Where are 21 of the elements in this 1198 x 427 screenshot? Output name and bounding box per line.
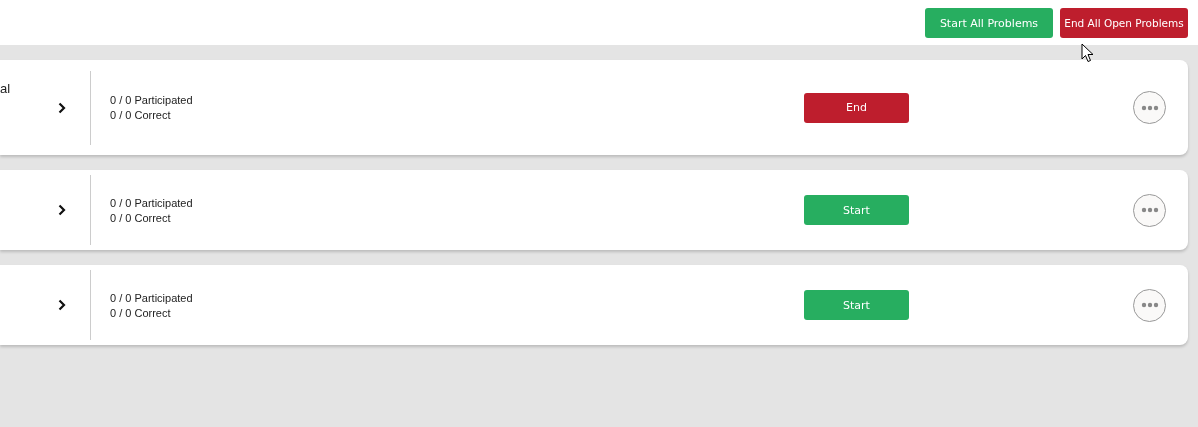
toolbar-button[interactable]: Start All Problems bbox=[925, 8, 1053, 38]
participated-stat: 0 / 0 Participated bbox=[110, 196, 194, 209]
ellipsis-icon bbox=[1140, 302, 1159, 308]
correct-stat: 0 / 0 Correct bbox=[110, 211, 172, 224]
more-options-button[interactable] bbox=[1133, 288, 1166, 322]
chevron-right-icon[interactable] bbox=[58, 299, 66, 311]
participated-stat: 0 / 0 Participated bbox=[110, 291, 194, 304]
chevron-right-icon[interactable] bbox=[58, 204, 66, 216]
chevron-right-icon[interactable] bbox=[58, 101, 66, 114]
ellipsis-icon bbox=[1140, 104, 1159, 111]
correct-stat: 0 / 0 Correct bbox=[110, 306, 172, 319]
more-options-button[interactable] bbox=[1133, 193, 1166, 227]
problem-title: al bbox=[0, 81, 11, 96]
toolbar-button[interactable]: End All Open Problems bbox=[1060, 8, 1188, 38]
more-options-button[interactable] bbox=[1133, 91, 1166, 124]
participated-stat: 0 / 0 Participated bbox=[110, 94, 194, 106]
action-button[interactable]: Start bbox=[804, 290, 909, 320]
ellipsis-icon bbox=[1140, 207, 1159, 213]
correct-stat: 0 / 0 Correct bbox=[110, 109, 172, 121]
action-button[interactable]: End bbox=[804, 92, 909, 123]
action-button[interactable]: Start bbox=[804, 195, 909, 225]
